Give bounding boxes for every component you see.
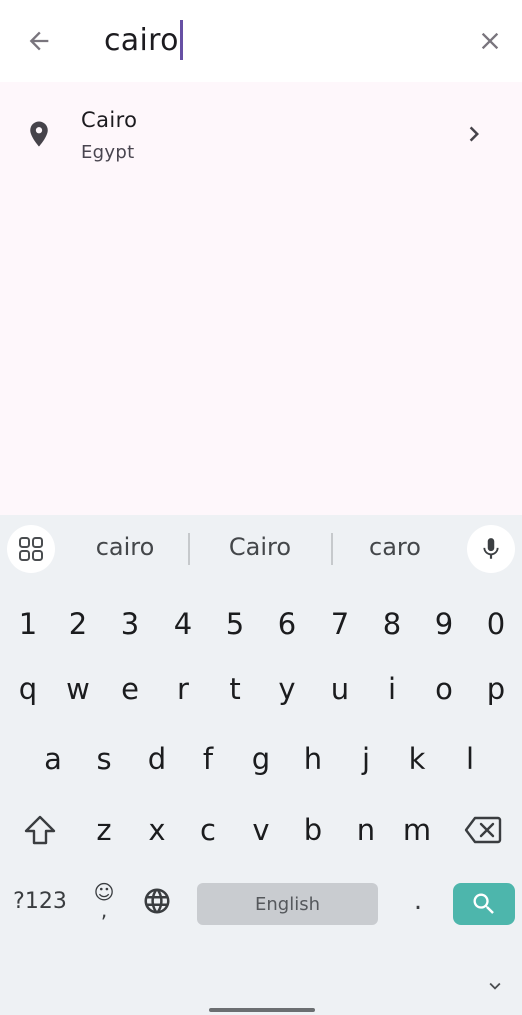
key-f[interactable]: f [182, 728, 234, 790]
comma-label: , [100, 898, 108, 922]
arrow-back-icon [29, 31, 49, 51]
backspace-key[interactable] [456, 799, 510, 861]
key-o[interactable]: o [418, 658, 470, 720]
suggestion-1[interactable]: cairo [60, 533, 190, 561]
result-title: Cairo [81, 108, 138, 132]
key-7[interactable]: 7 [314, 593, 366, 655]
search-input[interactable]: cairo [104, 14, 183, 66]
space-bar[interactable]: English [197, 883, 378, 925]
voice-input-button[interactable] [467, 525, 515, 573]
soft-keyboard: cairo Cairo caro 1 2 3 4 5 6 7 8 9 0 q w… [0, 515, 522, 1015]
suggestion-2[interactable]: Cairo [195, 533, 325, 561]
search-bar: cairo [0, 0, 522, 82]
key-z[interactable]: z [78, 799, 130, 861]
key-b[interactable]: b [287, 799, 339, 861]
key-t[interactable]: t [209, 658, 261, 720]
results-list: Cairo Egypt [0, 82, 522, 515]
key-j[interactable]: j [340, 728, 392, 790]
shift-arrow-icon [24, 815, 56, 845]
text-cursor [179, 20, 183, 60]
result-subtitle: Egypt [81, 142, 135, 163]
key-k[interactable]: k [391, 728, 443, 790]
key-e[interactable]: e [104, 658, 156, 720]
key-y[interactable]: y [261, 658, 313, 720]
search-icon [473, 893, 494, 914]
key-4[interactable]: 4 [157, 593, 209, 655]
microphone-icon [483, 538, 499, 559]
globe-icon [144, 888, 170, 914]
key-0[interactable]: 0 [470, 593, 522, 655]
key-w[interactable]: w [52, 658, 104, 720]
keyboard-apps-button[interactable] [7, 525, 55, 573]
search-input-text: cairo [104, 22, 179, 58]
symbols-key[interactable]: ?123 [10, 870, 70, 932]
key-r[interactable]: r [157, 658, 209, 720]
key-i[interactable]: i [366, 658, 418, 720]
hide-keyboard-button[interactable] [482, 973, 508, 999]
chevron-down-icon [489, 982, 501, 990]
location-pin-icon [22, 116, 56, 152]
key-s[interactable]: s [78, 728, 130, 790]
chevron-right-icon [458, 118, 490, 150]
suggestion-3[interactable]: caro [330, 533, 460, 561]
key-2[interactable]: 2 [52, 593, 104, 655]
emoji-comma-key[interactable]: ☺ , [82, 870, 126, 932]
key-8[interactable]: 8 [366, 593, 418, 655]
key-v[interactable]: v [235, 799, 287, 861]
key-3[interactable]: 3 [104, 593, 156, 655]
key-1[interactable]: 1 [2, 593, 54, 655]
clear-button[interactable] [466, 17, 514, 65]
key-n[interactable]: n [340, 799, 392, 861]
language-switch-key[interactable] [132, 870, 182, 932]
backspace-icon [464, 816, 502, 844]
key-l[interactable]: l [444, 728, 496, 790]
key-a[interactable]: a [27, 728, 79, 790]
key-5[interactable]: 5 [209, 593, 261, 655]
close-icon [481, 32, 499, 50]
search-action-key[interactable] [453, 883, 515, 925]
gesture-nav-handle[interactable] [209, 1008, 315, 1012]
key-c[interactable]: c [182, 799, 234, 861]
key-q[interactable]: q [2, 658, 54, 720]
shift-key[interactable] [14, 799, 66, 861]
grid-apps-icon [19, 537, 43, 561]
period-key[interactable]: . [392, 870, 444, 932]
key-d[interactable]: d [131, 728, 183, 790]
key-u[interactable]: u [314, 658, 366, 720]
key-h[interactable]: h [287, 728, 339, 790]
key-9[interactable]: 9 [418, 593, 470, 655]
suggestion-strip: cairo Cairo caro [0, 515, 522, 581]
back-button[interactable] [15, 17, 63, 65]
key-p[interactable]: p [470, 658, 522, 720]
key-g[interactable]: g [235, 728, 287, 790]
key-m[interactable]: m [391, 799, 443, 861]
result-item[interactable]: Cairo Egypt [0, 100, 522, 172]
suggestion-divider [188, 533, 190, 565]
key-x[interactable]: x [131, 799, 183, 861]
key-6[interactable]: 6 [261, 593, 313, 655]
